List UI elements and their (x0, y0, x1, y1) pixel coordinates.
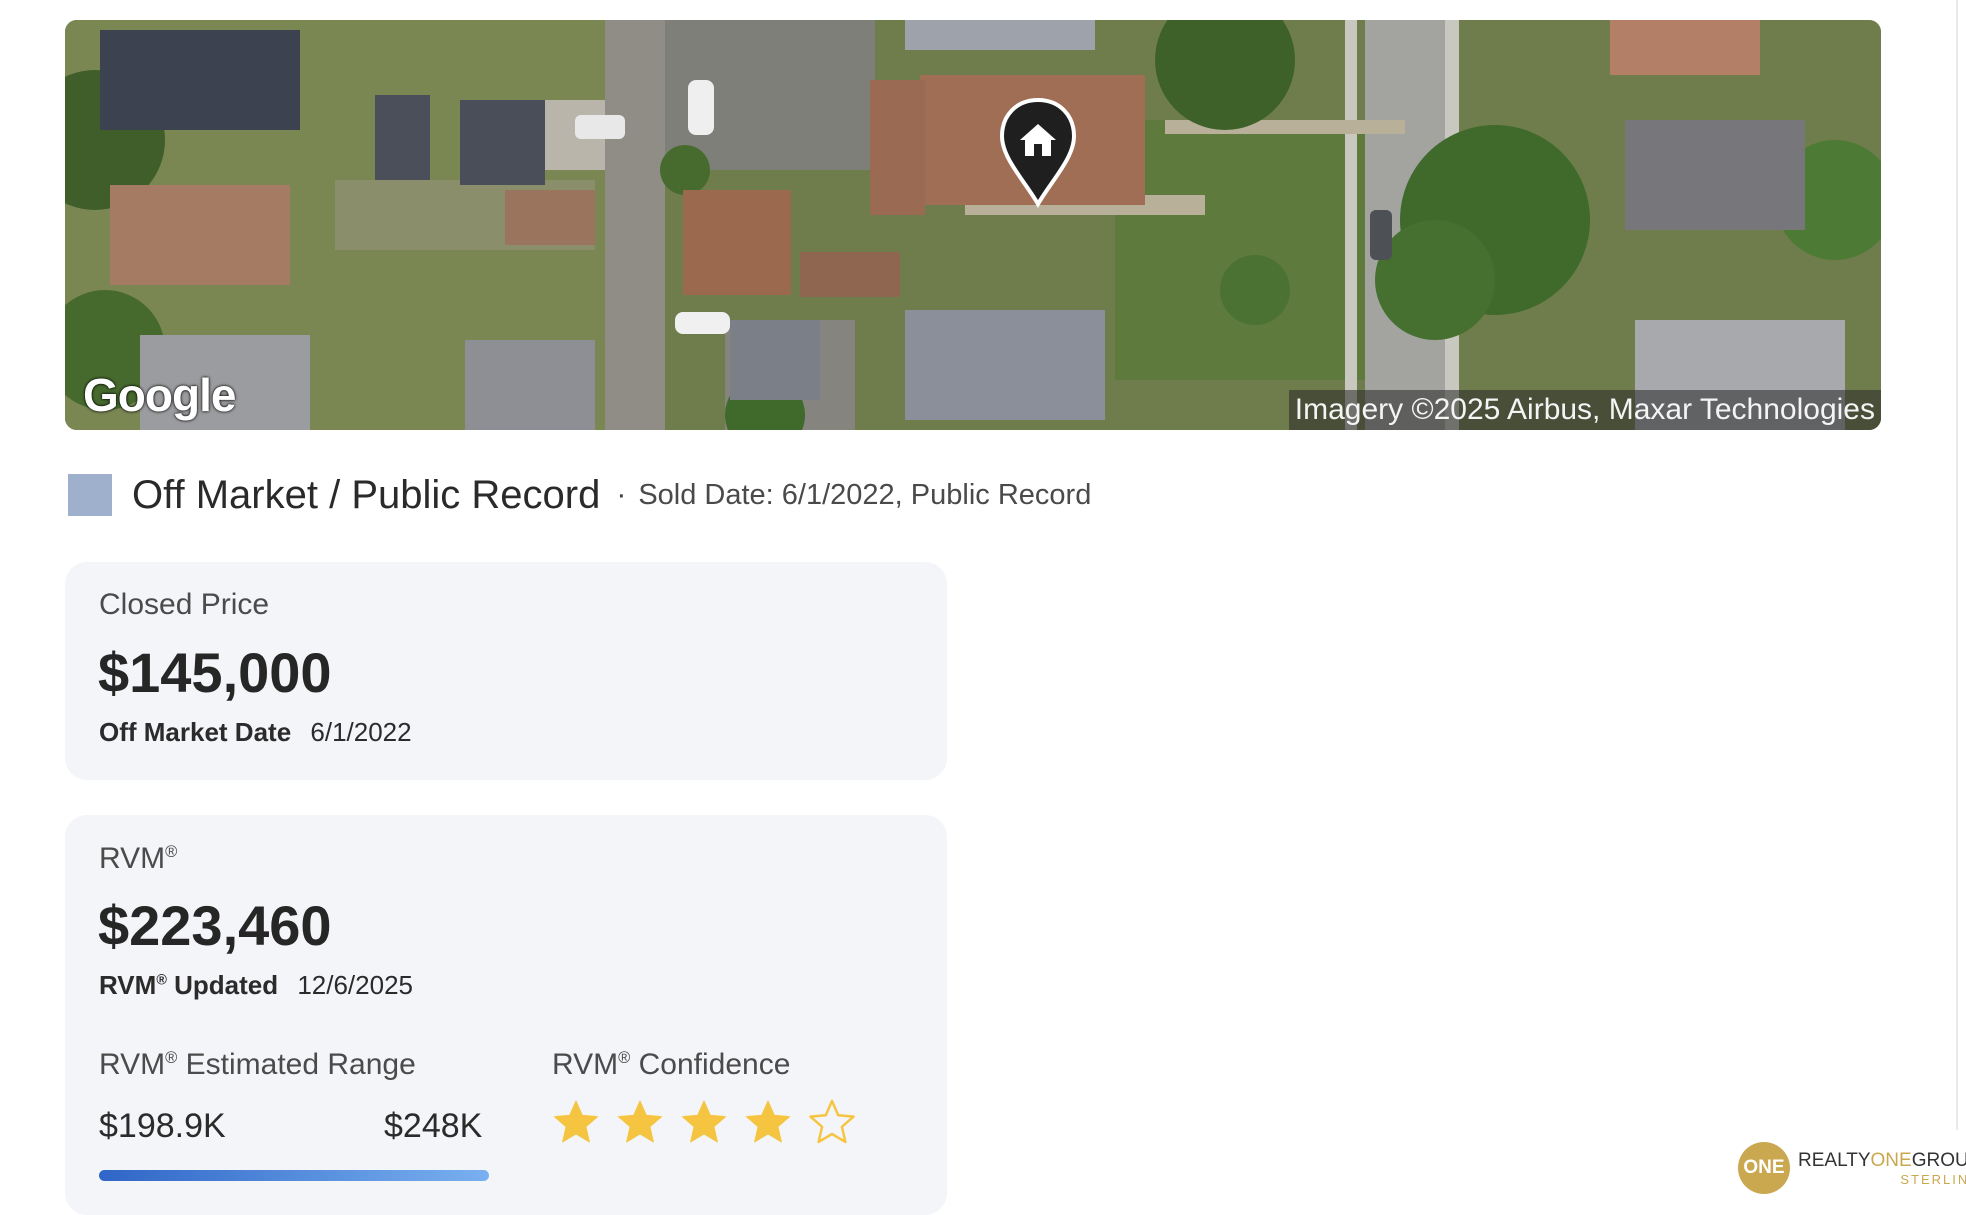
star-filled-icon (616, 1098, 664, 1146)
listing-status: Off Market / Public Record · Sold Date: … (68, 470, 1091, 520)
rvm-confidence-rvm: RVM (552, 1048, 619, 1081)
status-separator: · (616, 478, 627, 511)
star-filled-icon (744, 1098, 792, 1146)
right-edge-divider (1956, 0, 1958, 1130)
off-market-date-label: Off Market Date (99, 717, 292, 747)
brand-name: REALTYONEGROUP (1798, 1151, 1966, 1170)
rvm-range-label: RVM® Estimated Range (99, 1048, 416, 1082)
confidence-stars (552, 1098, 856, 1146)
google-logo: Google (83, 369, 236, 421)
range-bar-fill (99, 1170, 489, 1181)
status-color-swatch (68, 474, 112, 516)
registered-mark: ® (618, 1049, 631, 1067)
brand-name-2: ONE (1870, 1149, 1912, 1171)
rvm-range-word: Estimated Range (185, 1048, 416, 1081)
brand-logo: ONE REALTYONEGROUP STERLING (1738, 1140, 1966, 1196)
brand-sub: STERLING (1900, 1171, 1966, 1187)
status-title: Off Market / Public Record (132, 472, 601, 517)
imagery-credit: Imagery ©2025 Airbus, Maxar Technologies (1288, 390, 1881, 430)
off-market-date-row: Off Market Date 6/1/2022 (99, 717, 412, 748)
registered-mark: ® (156, 972, 167, 989)
rvm-updated-rvm: RVM (99, 970, 157, 1000)
sold-date-info: Sold Date: 6/1/2022, Public Record (638, 478, 1092, 511)
rvm-updated-label: RVM® Updated (99, 970, 278, 1000)
closed-price-card: Closed Price $145,000 Off Market Date 6/… (65, 562, 947, 780)
star-filled-icon (552, 1098, 600, 1146)
registered-mark: ® (165, 1049, 178, 1067)
brand-name-1: REALTY (1798, 1149, 1871, 1171)
home-pin-icon[interactable] (998, 96, 1078, 208)
rvm-range-rvm: RVM (99, 1048, 166, 1081)
aerial-imagery (65, 20, 1881, 430)
off-market-date-value: 6/1/2022 (310, 717, 412, 747)
rvm-updated-row: RVM® Updated 12/6/2025 (99, 970, 413, 1001)
star-empty-icon (808, 1098, 856, 1146)
range-low-value: $198.9K (99, 1107, 226, 1145)
closed-price-value: $145,000 (98, 641, 332, 704)
rvm-card: RVM® $223,460 RVM® Updated 12/6/2025 RVM… (65, 815, 947, 1215)
satellite-map[interactable]: Google Imagery ©2025 Airbus, Maxar Techn… (65, 20, 1881, 430)
rvm-label: RVM® (99, 842, 177, 876)
registered-mark: ® (165, 843, 178, 861)
brand-text: REALTYONEGROUP STERLING (1798, 1151, 1966, 1186)
rvm-updated-word: Updated (174, 970, 279, 1000)
rvm-value: $223,460 (98, 894, 332, 957)
brand-name-3: GROUP (1911, 1149, 1966, 1171)
brand-circle: ONE (1738, 1142, 1790, 1194)
rvm-updated-date: 12/6/2025 (297, 970, 413, 1000)
rvm-confidence-label: RVM® Confidence (552, 1048, 790, 1082)
range-bar (99, 1170, 489, 1181)
range-high-value: $248K (384, 1107, 483, 1145)
rvm-label-text: RVM (99, 842, 166, 875)
rvm-confidence-word: Confidence (638, 1048, 791, 1081)
closed-price-label: Closed Price (99, 588, 270, 621)
star-filled-icon (680, 1098, 728, 1146)
